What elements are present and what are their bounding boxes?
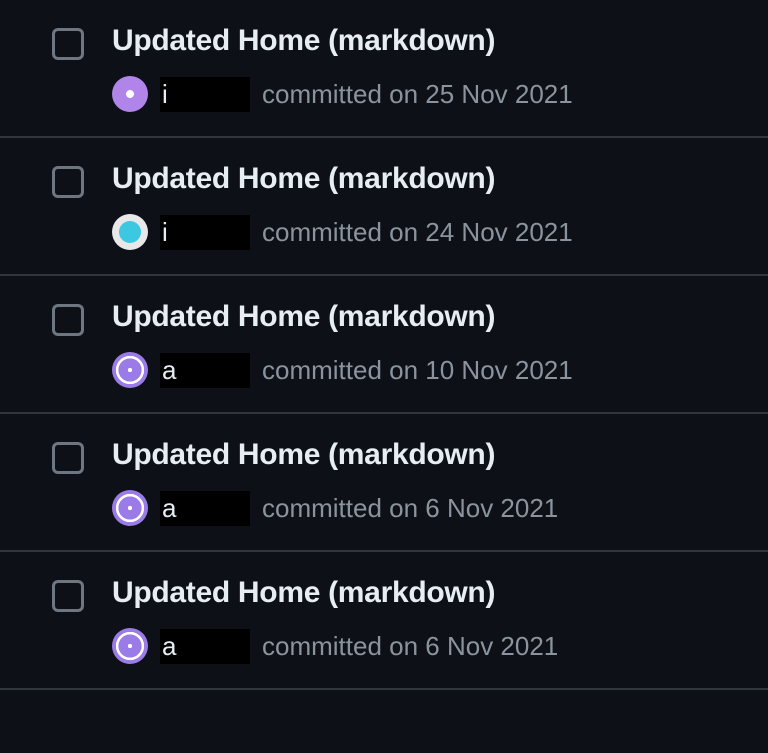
username-link[interactable]: a bbox=[160, 491, 250, 526]
commit-date: committed on 25 Nov 2021 bbox=[262, 79, 573, 110]
commit-content: Updated Home (markdown) i committed on 2… bbox=[112, 24, 573, 112]
commit-meta: a committed on 10 Nov 2021 bbox=[112, 352, 573, 388]
commit-title-link[interactable]: Updated Home (markdown) bbox=[112, 576, 558, 610]
commit-row: Updated Home (markdown) a committed on 6… bbox=[0, 414, 768, 552]
username-link[interactable]: i bbox=[160, 77, 250, 112]
commit-meta: i committed on 24 Nov 2021 bbox=[112, 214, 573, 250]
commit-content: Updated Home (markdown) a committed on 6… bbox=[112, 576, 558, 664]
select-commit-checkbox[interactable] bbox=[52, 166, 84, 198]
user-avatar-icon[interactable] bbox=[112, 76, 148, 112]
commit-row: Updated Home (markdown) i committed on 2… bbox=[0, 138, 768, 276]
username-link[interactable]: a bbox=[160, 353, 250, 388]
user-avatar-icon[interactable] bbox=[112, 628, 148, 664]
user-avatar-icon[interactable] bbox=[112, 352, 148, 388]
select-commit-checkbox[interactable] bbox=[52, 28, 84, 60]
select-commit-checkbox[interactable] bbox=[52, 442, 84, 474]
commit-title-link[interactable]: Updated Home (markdown) bbox=[112, 300, 573, 334]
user-avatar-icon[interactable] bbox=[112, 214, 148, 250]
commit-date: committed on 10 Nov 2021 bbox=[262, 355, 573, 386]
commit-date: committed on 6 Nov 2021 bbox=[262, 493, 558, 524]
commit-row: Updated Home (markdown) a committed on 6… bbox=[0, 552, 768, 690]
commit-content: Updated Home (markdown) a committed on 6… bbox=[112, 438, 558, 526]
commit-meta: a committed on 6 Nov 2021 bbox=[112, 628, 558, 664]
commit-list: Updated Home (markdown) i committed on 2… bbox=[0, 0, 768, 690]
select-commit-checkbox[interactable] bbox=[52, 304, 84, 336]
username-link[interactable]: a bbox=[160, 629, 250, 664]
commit-content: Updated Home (markdown) a committed on 1… bbox=[112, 300, 573, 388]
user-avatar-icon[interactable] bbox=[112, 490, 148, 526]
commit-date: committed on 24 Nov 2021 bbox=[262, 217, 573, 248]
commit-content: Updated Home (markdown) i committed on 2… bbox=[112, 162, 573, 250]
commit-row: Updated Home (markdown) a committed on 1… bbox=[0, 276, 768, 414]
commit-meta: a committed on 6 Nov 2021 bbox=[112, 490, 558, 526]
select-commit-checkbox[interactable] bbox=[52, 580, 84, 612]
commit-meta: i committed on 25 Nov 2021 bbox=[112, 76, 573, 112]
username-link[interactable]: i bbox=[160, 215, 250, 250]
commit-title-link[interactable]: Updated Home (markdown) bbox=[112, 438, 558, 472]
commit-title-link[interactable]: Updated Home (markdown) bbox=[112, 162, 573, 196]
commit-row: Updated Home (markdown) i committed on 2… bbox=[0, 0, 768, 138]
commit-date: committed on 6 Nov 2021 bbox=[262, 631, 558, 662]
commit-title-link[interactable]: Updated Home (markdown) bbox=[112, 24, 573, 58]
